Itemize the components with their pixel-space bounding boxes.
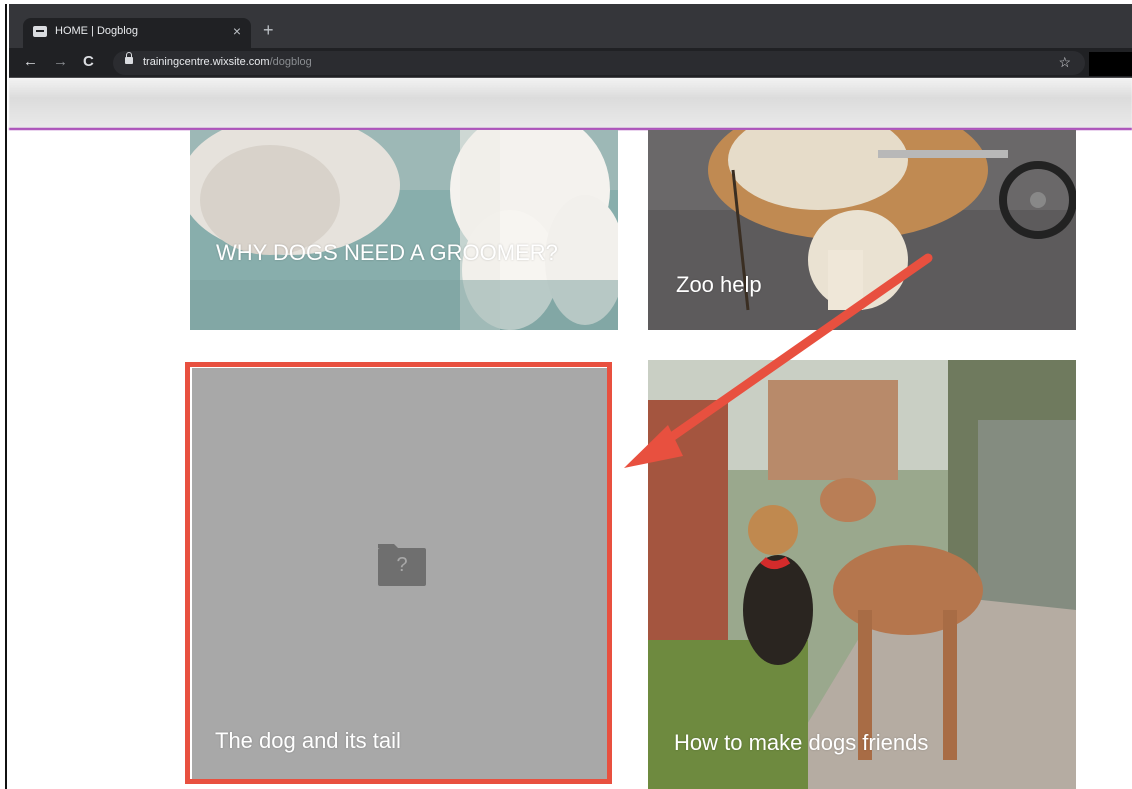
lock-icon	[125, 52, 133, 64]
url-path: /dogblog	[269, 56, 312, 68]
reload-icon[interactable]: C	[83, 53, 94, 70]
beagle-pitbull-photo	[648, 360, 1076, 789]
tab-title: HOME | Dogblog	[55, 25, 138, 37]
browser-tab[interactable]: HOME | Dogblog ×	[23, 18, 251, 48]
dog-wheelchair-photo	[648, 130, 1076, 330]
forward-icon[interactable]: →	[53, 53, 68, 70]
browser-toolbar: ← → C trainingcentre.wixsite.com/dogblog…	[9, 48, 1132, 78]
back-icon[interactable]: ←	[23, 53, 38, 70]
highlight-box	[185, 362, 612, 784]
new-tab-icon[interactable]: +	[263, 20, 274, 41]
blog-post-card-groomer[interactable]: WHY DOGS NEED A GROOMER?	[190, 130, 618, 330]
post-title[interactable]: How to make dogs friends	[674, 729, 928, 756]
tab-close-icon[interactable]: ×	[233, 23, 241, 39]
browser-tab-strip: HOME | Dogblog × +	[9, 4, 1132, 48]
screenshot-frame	[5, 4, 7, 789]
poodle-photo	[190, 130, 618, 330]
site-header	[9, 78, 1132, 130]
post-title[interactable]: Zoo help	[676, 271, 762, 298]
url-text: trainingcentre.wixsite.com/dogblog	[143, 56, 312, 68]
bookmark-star-icon[interactable]: ☆	[1058, 54, 1071, 71]
blog-post-card-dogs-friends[interactable]: How to make dogs friends	[648, 360, 1076, 789]
address-bar[interactable]: trainingcentre.wixsite.com/dogblog ☆	[113, 51, 1085, 75]
url-domain: trainingcentre.wixsite.com	[143, 56, 270, 68]
post-title[interactable]: WHY DOGS NEED A GROOMER?	[216, 239, 558, 266]
blog-post-card-zoo-help[interactable]: Zoo help	[648, 130, 1076, 330]
redacted-area	[1089, 52, 1132, 76]
site-favicon-icon	[33, 26, 47, 37]
